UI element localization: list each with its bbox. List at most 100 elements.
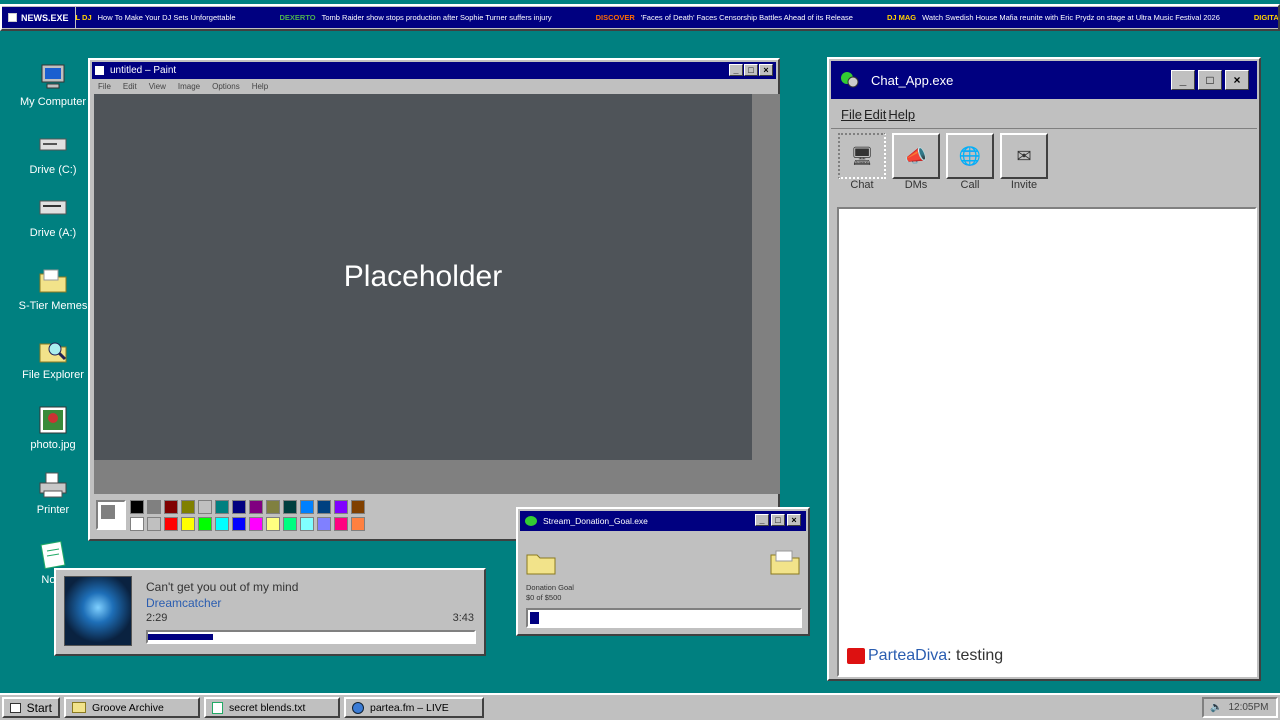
color-swatch[interactable]	[266, 500, 280, 514]
chat-toolbar: 🖥 Chat 📣 DMs 🌐 Call ✉ Invite	[831, 129, 1257, 195]
ticker-item[interactable]: DEXERTO Tomb Raider show stops production…	[280, 13, 552, 22]
desktop-icon-drive-a[interactable]: Drive (A:)	[8, 193, 98, 239]
color-swatch[interactable]	[130, 500, 144, 514]
chat-username[interactable]: ParteaDiva	[868, 647, 947, 665]
menu-view[interactable]: View	[149, 82, 166, 91]
tool-dms[interactable]: 📣 DMs	[889, 133, 943, 191]
color-swatch[interactable]	[300, 517, 314, 531]
chat-body[interactable]: ParteaDiva : testing	[837, 207, 1257, 677]
desktop-icon-printer[interactable]: Printer	[8, 470, 98, 516]
color-swatch[interactable]	[164, 500, 178, 514]
menu-file[interactable]: File	[98, 82, 111, 91]
track-artist[interactable]: Dreamcatcher	[146, 596, 221, 610]
color-swatch[interactable]	[147, 517, 161, 531]
palette-swatches	[130, 500, 365, 531]
color-swatch[interactable]	[334, 500, 348, 514]
maximize-button[interactable]: □	[1198, 70, 1222, 90]
color-swatch[interactable]	[147, 500, 161, 514]
menu-image[interactable]: Image	[178, 82, 200, 91]
close-button[interactable]: ×	[759, 64, 773, 76]
donation-amount: $0 of $500	[526, 593, 562, 602]
ticker-headline: Watch Swedish House Mafia reunite with E…	[922, 13, 1220, 22]
color-swatch[interactable]	[198, 517, 212, 531]
ticker-item[interactable]: DIGITAL DJTh	[1254, 13, 1278, 22]
color-swatch[interactable]	[198, 500, 212, 514]
desktop-icon-my-computer[interactable]: My Computer	[8, 62, 98, 108]
desktop-icon-drive-c[interactable]: Drive (C:)	[8, 130, 98, 176]
news-brand[interactable]: NEWS.EXE	[2, 7, 75, 28]
news-ticker: NEWS.EXE L DJ How To Make Your DJ Sets Un…	[0, 4, 1280, 31]
chat-titlebar[interactable]: Chat_App.exe _ □ ×	[831, 61, 1257, 99]
ticker-source: DISCOVER	[595, 13, 635, 22]
menu-edit[interactable]: Edit	[864, 107, 886, 122]
paint-canvas[interactable]: Placeholder	[94, 94, 752, 460]
color-swatch[interactable]	[181, 517, 195, 531]
minimize-button[interactable]: _	[1171, 70, 1195, 90]
news-brand-label: NEWS.EXE	[21, 12, 69, 23]
ticker-item[interactable]: L DJ How To Make Your DJ Sets Unforgettab…	[76, 13, 236, 22]
donation-progress-bar	[526, 608, 802, 628]
color-swatch[interactable]	[266, 517, 280, 531]
desktop-icon-memes[interactable]: S-Tier Memes	[8, 266, 98, 312]
desktop-icon-file-explorer[interactable]: File Explorer	[8, 335, 98, 381]
close-button[interactable]: ×	[787, 514, 801, 526]
color-swatch[interactable]	[215, 500, 229, 514]
color-swatch[interactable]	[351, 500, 365, 514]
track-duration: 3:43	[452, 612, 474, 624]
color-swatch[interactable]	[164, 517, 178, 531]
color-swatch[interactable]	[232, 500, 246, 514]
color-swatch[interactable]	[283, 517, 297, 531]
maximize-button[interactable]: □	[771, 514, 785, 526]
color-swatch[interactable]	[300, 500, 314, 514]
color-swatch[interactable]	[130, 517, 144, 531]
paint-window: untitled – Paint _ □ × File Edit View Im…	[88, 58, 780, 541]
track-progress-bar[interactable]	[146, 630, 476, 644]
desktop-icon-label: File Explorer	[22, 369, 84, 381]
maximize-button[interactable]: □	[744, 64, 758, 76]
color-swatch[interactable]	[181, 500, 195, 514]
minimize-button[interactable]: _	[755, 514, 769, 526]
color-palette	[96, 500, 365, 531]
task-partea-fm[interactable]: partea.fm – LIVE	[344, 697, 484, 718]
color-swatch[interactable]	[249, 500, 263, 514]
menu-file[interactable]: File	[841, 107, 862, 122]
color-swatch[interactable]	[215, 517, 229, 531]
color-swatch[interactable]	[334, 517, 348, 531]
desktop-icon-photo[interactable]: photo.jpg	[8, 405, 98, 451]
color-swatch[interactable]	[317, 500, 331, 514]
ticker-headline: 'Faces of Death' Faces Censorship Battle…	[640, 13, 853, 22]
current-color[interactable]	[96, 500, 126, 530]
ticker-item[interactable]: DISCOVER 'Faces of Death' Faces Censorshi…	[596, 13, 853, 22]
task-secret-blends[interactable]: secret blends.txt	[204, 697, 340, 718]
chat-menu: File Edit Help	[831, 99, 1257, 129]
menu-edit[interactable]: Edit	[123, 82, 137, 91]
ticker-headline: Tomb Raider show stops production after …	[321, 13, 552, 22]
speaker-icon[interactable]: 🔈	[1210, 702, 1222, 713]
task-groove-archive[interactable]: Groove Archive	[64, 697, 200, 718]
clock[interactable]: 12:05PM	[1228, 702, 1268, 713]
desktop-icon-label: Printer	[36, 504, 70, 516]
color-swatch[interactable]	[283, 500, 297, 514]
ticker-source: DEXERTO	[279, 13, 316, 22]
color-swatch[interactable]	[317, 517, 331, 531]
menu-options[interactable]: Options	[212, 82, 240, 91]
tool-chat[interactable]: 🖥 Chat	[835, 133, 889, 191]
color-swatch[interactable]	[249, 517, 263, 531]
ticker-item[interactable]: DJ MAG Watch Swedish House Mafia reunite …	[887, 13, 1220, 22]
live-icon	[847, 648, 865, 664]
menu-help[interactable]: Help	[252, 82, 268, 91]
color-swatch[interactable]	[351, 517, 365, 531]
tool-call[interactable]: 🌐 Call	[943, 133, 997, 191]
menu-help[interactable]: Help	[888, 107, 915, 122]
donation-titlebar[interactable]: Stream_Donation_Goal.exe _ □ ×	[520, 511, 806, 531]
chat-window: Chat_App.exe _ □ × File Edit Help 🖥 Chat …	[827, 57, 1261, 681]
computer-icon	[38, 62, 68, 92]
close-button[interactable]: ×	[1225, 70, 1249, 90]
ticker-source: DIGITAL DJ	[1253, 13, 1278, 22]
paint-titlebar[interactable]: untitled – Paint _ □ ×	[92, 62, 776, 79]
tool-invite[interactable]: ✉ Invite	[997, 133, 1051, 191]
start-button[interactable]: Start	[2, 697, 60, 718]
color-swatch[interactable]	[232, 517, 246, 531]
ticker-items: L DJ How To Make Your DJ Sets Unforgettab…	[75, 7, 1278, 28]
minimize-button[interactable]: _	[729, 64, 743, 76]
